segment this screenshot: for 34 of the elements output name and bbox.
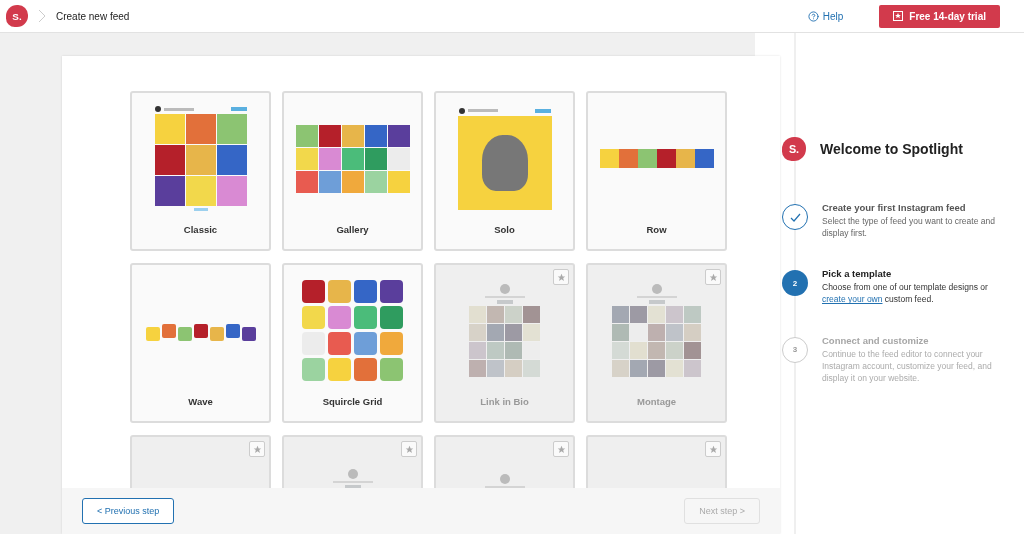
create-your-own-link[interactable]: create your own (822, 294, 883, 305)
step-marker: 2 (782, 270, 808, 297)
template-name: Montage (636, 396, 677, 407)
template-card[interactable]: Wave (130, 263, 271, 423)
template-name: Squircle Grid (322, 396, 383, 407)
template-card[interactable]: Classic (130, 91, 271, 251)
template-card[interactable]: Row (586, 91, 727, 251)
step-description: Continue to the feed editor to connect your Instagram account, customize your feed, and display it on your website. (822, 347, 993, 385)
help-icon (807, 10, 819, 22)
breadcrumb-title: Create new feed (56, 10, 130, 22)
step-description: Select the type of feed you want to create and display first. (822, 214, 996, 240)
spotlight-logo: S. (782, 137, 806, 161)
template-card[interactable]: Squircle Grid (282, 263, 423, 423)
free-trial-button[interactable]: Free 14-day trial (879, 4, 1000, 28)
template-card[interactable]: Solo (434, 91, 575, 251)
check-icon (789, 212, 801, 222)
template-name: Classic (183, 224, 218, 235)
step-title: Create your first Instagram feed (822, 201, 967, 215)
template-name: Wave (188, 396, 213, 407)
step-marker: 3 (782, 336, 808, 363)
help-link[interactable]: Help (807, 10, 844, 22)
star-icon (893, 11, 904, 21)
chevron-right-icon (38, 9, 46, 23)
template-name: Row (646, 224, 667, 235)
template-name: Link in Bio (480, 396, 529, 407)
step-description: Choose from one of our template designs or create your own custom feed. (822, 281, 989, 306)
step-title: Connect and customize (822, 333, 930, 348)
step-title: Pick a template (822, 267, 893, 282)
template-name: Gallery (336, 224, 369, 235)
template-name: Solo (494, 224, 515, 235)
spotlight-logo: S. (6, 5, 28, 27)
welcome-title: Welcome to Spotlight (820, 141, 963, 157)
template-card[interactable]: Gallery (282, 91, 423, 251)
previous-step-button[interactable]: < Previous step (82, 498, 175, 524)
